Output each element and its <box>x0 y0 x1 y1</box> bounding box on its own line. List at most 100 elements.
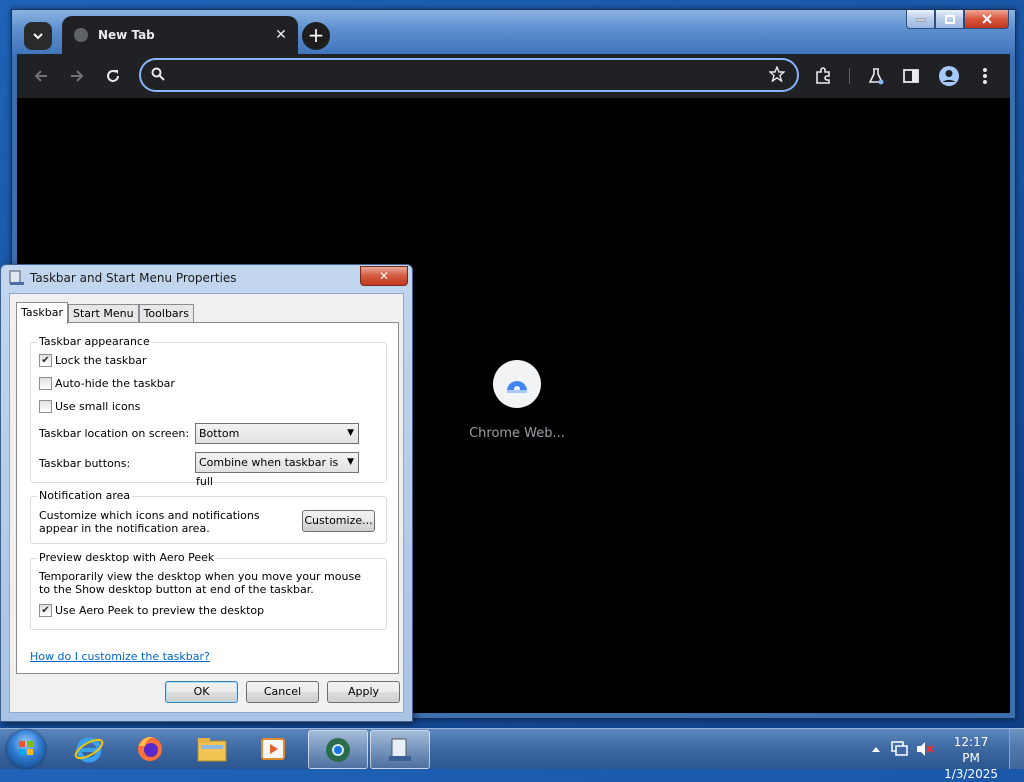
checkbox-box: ✔ <box>39 604 52 617</box>
side-panel-button[interactable] <box>899 64 923 88</box>
dialog-title: Taskbar and Start Menu Properties <box>30 271 237 285</box>
customize-button[interactable]: Customize... <box>302 510 375 532</box>
internet-explorer-icon <box>74 737 104 762</box>
tab-new-tab[interactable]: New Tab ✕ <box>62 16 298 54</box>
clock-time: 12:17 PM <box>953 735 989 765</box>
start-button[interactable] <box>7 730 45 768</box>
avatar-icon <box>939 66 959 86</box>
chevron-down-icon <box>33 32 43 39</box>
more-vert-icon <box>983 68 987 84</box>
back-arrow-icon <box>34 70 47 82</box>
group-title: Taskbar appearance <box>37 335 152 348</box>
taskbar-app-chrome[interactable] <box>308 730 368 769</box>
puzzle-icon <box>816 67 830 84</box>
globe-icon <box>74 28 88 42</box>
select-value: Combine when taskbar is full <box>196 456 339 488</box>
buttons-label: Taskbar buttons: <box>39 457 131 470</box>
cancel-button[interactable]: Cancel <box>246 681 319 703</box>
media-player-icon <box>261 737 285 760</box>
taskbar-app-ie[interactable] <box>60 730 118 767</box>
network-icon[interactable] <box>891 741 909 757</box>
tab-strip: New Tab ✕ + <box>18 16 1015 54</box>
checkbox-label: Auto-hide the taskbar <box>55 377 175 390</box>
lock-taskbar-checkbox[interactable]: ✔ Lock the taskbar <box>39 354 147 367</box>
volume-muted-icon[interactable] <box>916 741 934 757</box>
dropdown-arrow-icon: ▼ <box>347 428 354 438</box>
auto-hide-checkbox[interactable]: Auto-hide the taskbar <box>39 377 175 390</box>
taskbar-app-firefox[interactable] <box>121 730 179 767</box>
search-icon <box>151 67 165 81</box>
side-panel-icon <box>903 69 919 83</box>
aero-peek-description: Temporarily view the desktop when you mo… <box>39 570 361 596</box>
clock-date: 1/3/2025 <box>944 767 998 781</box>
taskbar-app-media-player[interactable] <box>244 730 302 767</box>
apply-button[interactable]: Apply <box>327 681 400 703</box>
tab-start-menu[interactable]: Start Menu <box>68 304 139 323</box>
location-label: Taskbar location on screen: <box>39 427 190 440</box>
group-title: Notification area <box>37 489 133 502</box>
profile-button[interactable] <box>937 64 961 88</box>
help-link[interactable]: How do I customize the taskbar? <box>30 650 210 663</box>
taskbar-tab-panel: Taskbar appearance ✔ Lock the taskbar Au… <box>16 322 399 674</box>
dialog-titlebar[interactable]: Taskbar and Start Menu Properties ✕ <box>1 265 412 291</box>
dialog-close-button[interactable]: ✕ <box>360 266 408 286</box>
menu-button[interactable] <box>973 64 997 88</box>
tab-taskbar[interactable]: Taskbar <box>16 302 68 324</box>
windows-taskbar: 12:17 PM 1/3/2025 <box>0 728 1024 781</box>
flask-icon <box>868 68 884 85</box>
reload-button[interactable] <box>101 64 125 88</box>
tab-title: New Tab <box>98 28 155 42</box>
address-input[interactable] <box>171 64 755 88</box>
taskbar-app-properties[interactable] <box>370 730 430 769</box>
checkbox-label: Lock the taskbar <box>55 354 147 367</box>
buttons-select[interactable]: Combine when taskbar is full ▼ <box>195 452 359 488</box>
checkbox-box: ✔ <box>39 354 52 367</box>
dropdown-arrow-icon: ▼ <box>347 457 354 467</box>
notification-description: Customize which icons and notifications … <box>39 509 260 535</box>
dialog-body: Taskbar Start Menu Toolbars Taskbar appe… <box>9 293 404 713</box>
show-hidden-icons-icon[interactable] <box>872 746 880 752</box>
aero-peek-group: Preview desktop with Aero Peek Temporari… <box>30 551 387 630</box>
taskbar-app-explorer[interactable] <box>183 730 241 767</box>
aero-peek-checkbox[interactable]: ✔ Use Aero Peek to preview the desktop <box>39 604 264 617</box>
tab-close-icon[interactable]: ✕ <box>272 26 290 44</box>
new-tab-button[interactable]: + <box>302 22 330 50</box>
chrome-web-store-icon <box>507 381 527 393</box>
taskbar-properties-icon <box>389 738 411 761</box>
checkbox-box <box>39 377 52 390</box>
toolbar-divider <box>849 68 850 84</box>
tab-toolbars[interactable]: Toolbars <box>138 304 194 323</box>
forward-button[interactable] <box>65 64 89 88</box>
shortcut-label: Chrome Web... <box>469 426 565 441</box>
bookmark-star-icon[interactable] <box>769 66 785 82</box>
taskbar-appearance-group: Taskbar appearance ✔ Lock the taskbar Au… <box>30 335 387 488</box>
select-value: Bottom <box>199 427 240 440</box>
labs-button[interactable] <box>864 64 888 88</box>
windows-logo-icon <box>19 741 33 755</box>
address-bar[interactable] <box>139 58 799 92</box>
folder-icon <box>197 737 227 761</box>
firefox-icon <box>138 736 162 761</box>
checkbox-label: Use small icons <box>55 400 141 413</box>
tab-search-button[interactable] <box>24 22 52 50</box>
reload-icon <box>107 70 119 82</box>
taskbar-properties-dialog: Taskbar and Start Menu Properties ✕ Task… <box>0 264 413 722</box>
ok-button[interactable]: OK <box>165 681 238 703</box>
extensions-button[interactable] <box>811 64 835 88</box>
browser-toolbar <box>17 54 1010 98</box>
dialog-tabs: Taskbar Start Menu Toolbars <box>16 302 194 324</box>
location-select[interactable]: Bottom ▼ <box>195 423 359 444</box>
shortcut-tile[interactable]: Chrome Web... <box>457 360 577 441</box>
forward-arrow-icon <box>71 70 84 82</box>
checkbox-label: Use Aero Peek to preview the desktop <box>55 604 265 617</box>
shortcut-icon-circle <box>493 360 541 408</box>
show-desktop-button[interactable] <box>1009 729 1024 769</box>
chrome-icon <box>326 737 350 762</box>
group-title: Preview desktop with Aero Peek <box>37 551 217 564</box>
notification-area-group: Notification area Customize which icons … <box>30 489 387 544</box>
clock[interactable]: 12:17 PM 1/3/2025 <box>944 734 998 782</box>
checkbox-box <box>39 400 52 413</box>
small-icons-checkbox[interactable]: Use small icons <box>39 400 140 413</box>
taskbar-properties-icon <box>9 270 24 285</box>
back-button[interactable] <box>29 64 53 88</box>
